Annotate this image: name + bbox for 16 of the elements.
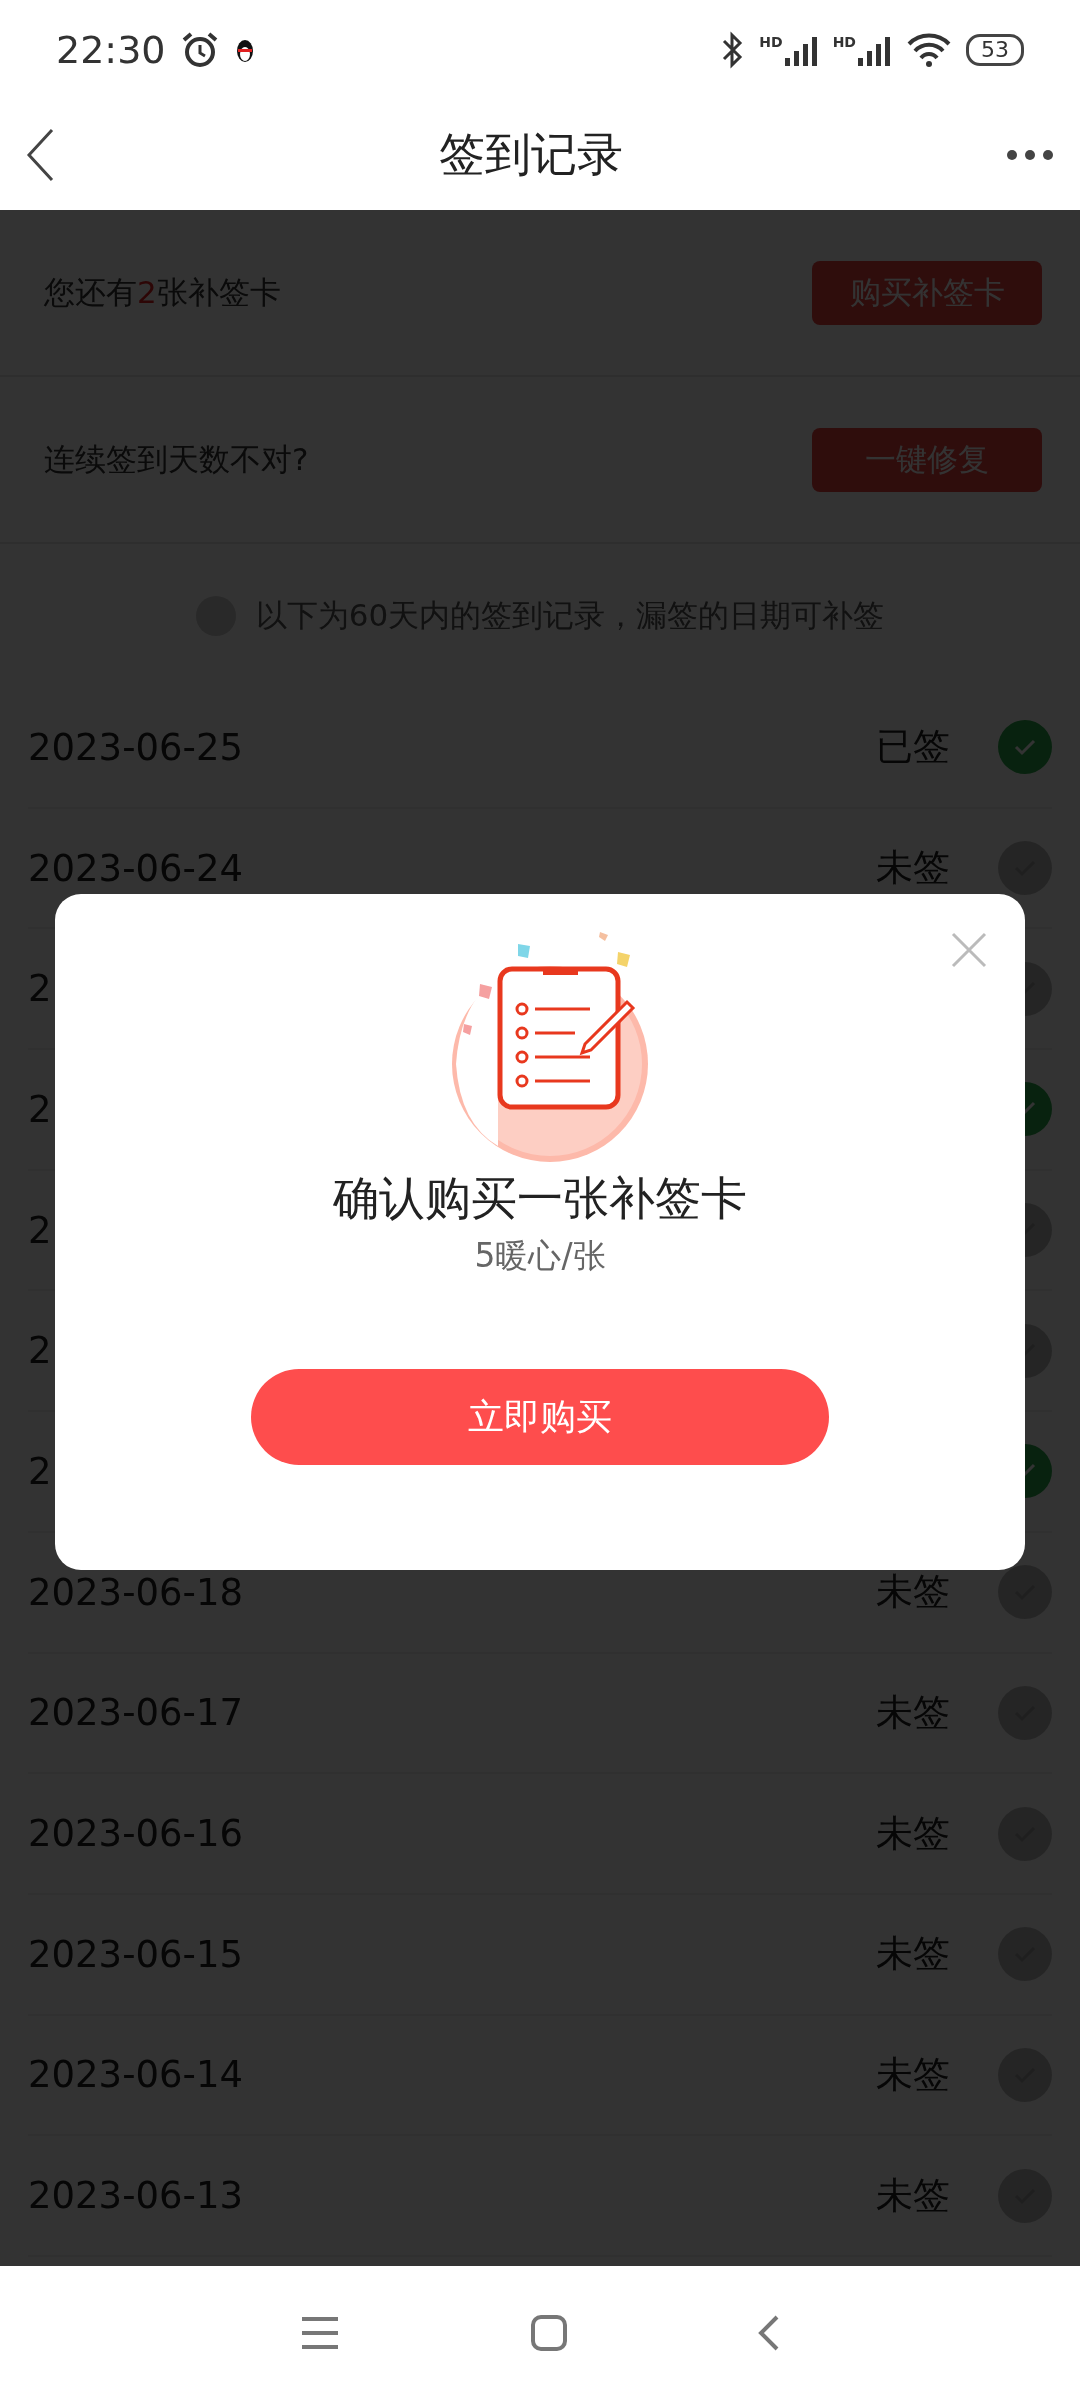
signal-icon (784, 34, 819, 66)
wifi-icon (906, 32, 952, 68)
battery-level: 53 (966, 34, 1024, 66)
dialog-title: 确认购买一张补签卡 (333, 1170, 747, 1227)
back-icon[interactable] (26, 128, 56, 182)
signal-icon (858, 34, 892, 66)
dialog-price: 5暖心/张 (474, 1235, 606, 1277)
page-title: 签到记录 (439, 126, 623, 183)
buy-now-button[interactable]: 立即购买 (251, 1369, 829, 1465)
home-icon[interactable] (530, 2314, 568, 2352)
signal-label: HD (759, 34, 783, 50)
signal-label: HD (832, 34, 856, 50)
more-icon[interactable] (1006, 149, 1054, 161)
back-icon[interactable] (758, 2314, 780, 2352)
status-time: 22:30 (56, 28, 166, 72)
menu-icon[interactable] (300, 2316, 340, 2350)
